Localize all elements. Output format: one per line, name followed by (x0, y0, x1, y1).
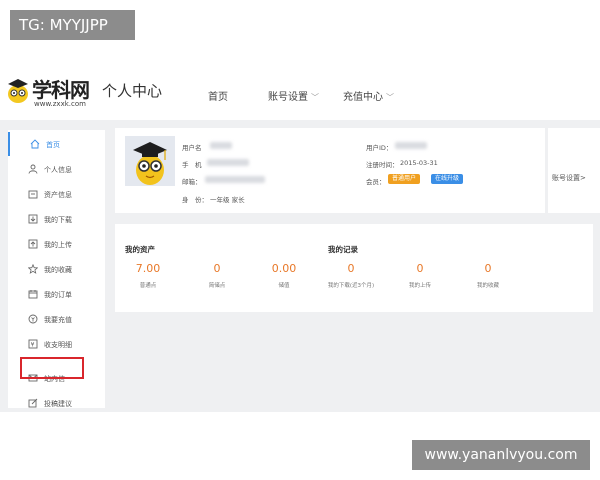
sidebar-item-label: 我的收藏 (44, 266, 72, 274)
edit-icon (28, 398, 38, 408)
page-title: 个人中心 (102, 82, 163, 100)
register-time-value: 2015-03-31 (400, 159, 438, 167)
sidebar-item-label: 我的上传 (44, 241, 72, 249)
sidebar-item-suggestions[interactable]: 投稿建议 (8, 391, 105, 415)
chevron-down-icon: ﹀ (386, 93, 394, 102)
phone-value-blurred (207, 159, 249, 166)
record-label-uploads: 我的上传 (408, 283, 431, 289)
asset-value-stored[interactable]: 0.00 (254, 262, 314, 275)
sidebar-item-label: 个人信息 (44, 166, 72, 174)
phone-label: 手 机 (182, 161, 202, 169)
username-value-blurred (210, 142, 232, 149)
record-value-favorites[interactable]: 0 (458, 262, 518, 275)
sidebar-item-uploads[interactable]: 我的上传 (8, 232, 105, 256)
order-icon (28, 290, 38, 299)
sidebar-item-profile[interactable]: 个人信息 (8, 157, 105, 181)
nav-recharge-center[interactable]: 充值中心 ﹀ (343, 88, 394, 103)
assets-title: 我的资产 (125, 245, 155, 254)
sidebar-item-label: 投稿建议 (44, 400, 72, 408)
asset-label-normal-points: 普通点 (139, 283, 157, 289)
stats-card: 我的资产 7.00 普通点 0 简储点 0.00 储值 我的记录 0 我的下载(… (115, 224, 593, 312)
avatar[interactable] (125, 136, 175, 186)
member-level-badge: 普通用户 (388, 174, 421, 184)
record-value-downloads[interactable]: 0 (321, 262, 381, 275)
member-label: 会员： (366, 178, 386, 186)
asset-label-jianchu-points: 简储点 (208, 283, 226, 289)
sidebar-item-ledger[interactable]: ¥ 收支明细 (8, 332, 105, 356)
email-value-blurred (205, 176, 265, 183)
profile-card: 用户名 手 机 邮箱： 身 份： 一年级 家长 用户ID： 注册时间： 2015… (115, 128, 545, 213)
sidebar-item-label: 我的订单 (44, 291, 72, 299)
asset-value-jianchu-points[interactable]: 0 (187, 262, 247, 275)
sidebar-item-downloads[interactable]: 我的下载 (8, 207, 105, 231)
account-settings-panel: 账号设置> (548, 128, 600, 213)
nav-home[interactable]: 首页 (208, 88, 228, 103)
records-title: 我的记录 (328, 245, 358, 254)
identity-label: 身 份： (182, 196, 208, 204)
sidebar-item-label: 我的下载 (44, 216, 72, 224)
chevron-down-icon: ﹀ (311, 93, 319, 102)
logo-text: 学科网 (32, 78, 90, 102)
upload-icon (28, 239, 38, 249)
sidebar-item-recharge[interactable]: 我要充值 (8, 307, 105, 331)
user-icon (28, 164, 38, 174)
recharge-icon (28, 314, 38, 324)
home-icon (30, 139, 40, 149)
sidebar-item-home[interactable]: 首页 (8, 132, 105, 156)
asset-value-normal-points[interactable]: 7.00 (118, 262, 178, 275)
userid-label: 用户ID： (366, 144, 393, 152)
sidebar-item-assets[interactable]: 资产信息 (8, 182, 105, 206)
record-label-favorites: 我的收藏 (476, 283, 499, 289)
sidebar-item-label: 首页 (46, 141, 60, 149)
sidebar-item-favorites[interactable]: 我的收藏 (8, 257, 105, 281)
sidebar-item-label: 收支明细 (44, 341, 72, 349)
identity-value: 一年级 家长 (210, 196, 245, 204)
username-label: 用户名 (182, 144, 202, 152)
upgrade-online-button[interactable]: 在线升级 (431, 174, 464, 184)
register-time-label: 注册时间： (366, 161, 399, 169)
watermark-top-left: TG: MYYJJPP (10, 10, 135, 40)
ledger-icon: ¥ (28, 339, 38, 349)
logo-url: www.zxxk.com (34, 100, 86, 108)
main-content: 首页 个人信息 资产信息 我的下载 我的上传 我的收藏 我的订单 我要充值 ¥ … (0, 120, 600, 412)
record-label-downloads: 我的下载(近3个月) (327, 283, 375, 289)
asset-label-stored: 储值 (278, 283, 290, 289)
nav-account-settings[interactable]: 账号设置 ﹀ (268, 88, 319, 103)
download-icon (28, 214, 38, 224)
watermark-bottom-right: www.yananlvyou.com (412, 440, 590, 470)
mascot-logo-icon (8, 79, 28, 103)
account-settings-link[interactable]: 账号设置> (552, 173, 586, 183)
svg-text:¥: ¥ (31, 342, 35, 349)
site-logo[interactable]: 学科网 www.zxxk.com (6, 74, 98, 110)
userid-value-blurred (395, 142, 427, 149)
email-label: 邮箱： (182, 178, 202, 186)
highlight-box (20, 357, 84, 379)
mascot-avatar-icon (125, 136, 175, 186)
wallet-icon (28, 190, 38, 199)
sidebar-item-label: 我要充值 (44, 316, 72, 324)
sidebar-item-orders[interactable]: 我的订单 (8, 282, 105, 306)
record-value-uploads[interactable]: 0 (390, 262, 450, 275)
star-icon (28, 264, 38, 274)
sidebar-item-label: 资产信息 (44, 191, 72, 199)
top-header: 学科网 www.zxxk.com 个人中心 首页 账号设置 ﹀ 充值中心 ﹀ (0, 68, 600, 120)
